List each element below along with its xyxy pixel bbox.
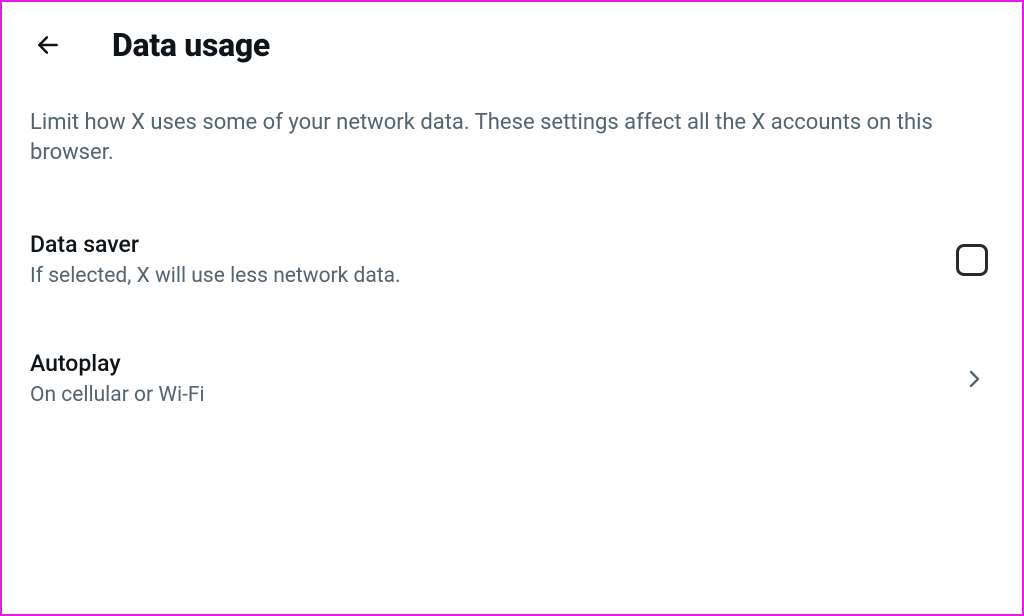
page-title: Data usage <box>112 26 270 64</box>
setting-title: Data saver <box>30 231 401 258</box>
data-saver-checkbox[interactable] <box>956 244 988 276</box>
setting-data-saver[interactable]: Data saver If selected, X will use less … <box>30 223 994 302</box>
setting-autoplay[interactable]: Autoplay On cellular or Wi-Fi <box>30 342 994 421</box>
setting-title: Autoplay <box>30 350 205 377</box>
page-description: Limit how X uses some of your network da… <box>30 108 990 167</box>
header: Data usage <box>30 26 994 64</box>
arrow-left-icon <box>35 32 61 58</box>
setting-subtitle: On cellular or Wi-Fi <box>30 383 205 407</box>
chevron-right-icon <box>962 367 986 391</box>
setting-subtitle: If selected, X will use less network dat… <box>30 264 401 288</box>
back-button[interactable] <box>30 27 66 63</box>
